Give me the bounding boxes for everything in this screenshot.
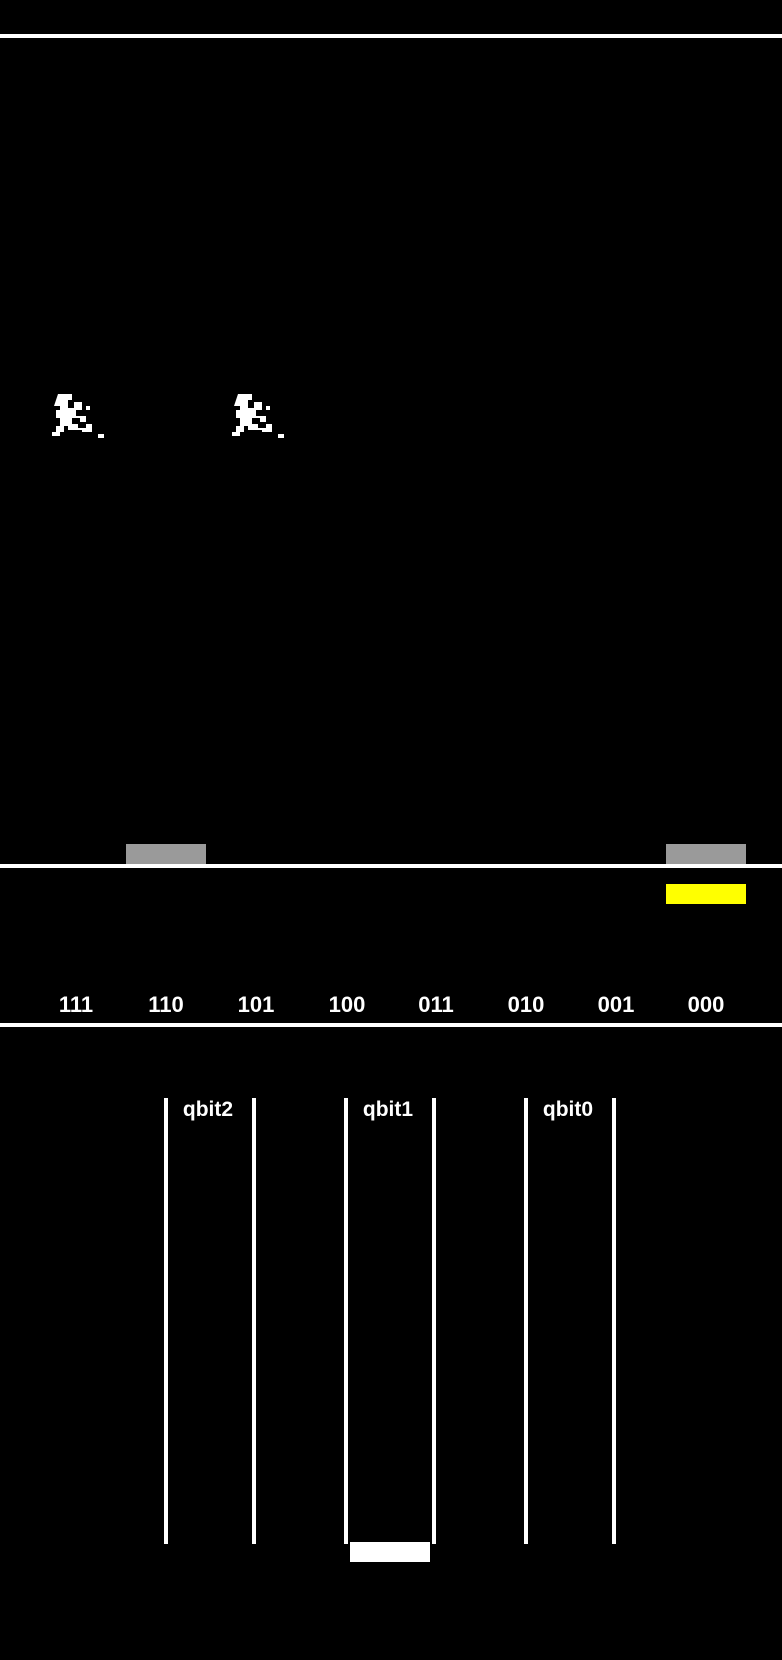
state-label: 111 xyxy=(58,992,94,1017)
state-label: 011 xyxy=(418,992,454,1017)
enemy-2 xyxy=(220,388,290,448)
state-label: 001 xyxy=(597,992,635,1017)
qbit1-toggle-block[interactable] xyxy=(350,1542,430,1562)
qbit0-right-wall xyxy=(612,1098,616,1544)
qbit0-left-wall xyxy=(524,1098,528,1544)
qbit1-left-wall xyxy=(344,1098,348,1544)
invader-sprite-icon xyxy=(52,394,104,438)
qbit2-column[interactable] xyxy=(164,1098,256,1544)
qbit2-left-wall xyxy=(164,1098,168,1544)
state-label: 010 xyxy=(507,992,545,1017)
qbit0-column[interactable] xyxy=(524,1098,616,1544)
invader-sprite-icon xyxy=(232,394,284,438)
enemy-1 xyxy=(40,388,110,448)
state-label: 100 xyxy=(328,992,366,1017)
ground-line xyxy=(0,864,782,868)
measured-state-indicator xyxy=(666,884,746,904)
qbit1-label: qbit1 xyxy=(362,1098,414,1121)
qbit2-right-wall xyxy=(252,1098,256,1544)
divider-line xyxy=(0,1023,782,1027)
target-block-000 xyxy=(666,844,746,864)
target-block-110 xyxy=(126,844,206,864)
qbit2-label: qbit2 xyxy=(182,1098,234,1121)
state-label: 101 xyxy=(237,992,275,1017)
state-label: 110 xyxy=(148,992,184,1017)
qbit0-label: qbit0 xyxy=(542,1098,594,1121)
top-boundary-line xyxy=(0,34,782,38)
qbit1-column[interactable] xyxy=(344,1098,436,1544)
state-label: 000 xyxy=(687,992,725,1017)
qbit1-right-wall xyxy=(432,1098,436,1544)
